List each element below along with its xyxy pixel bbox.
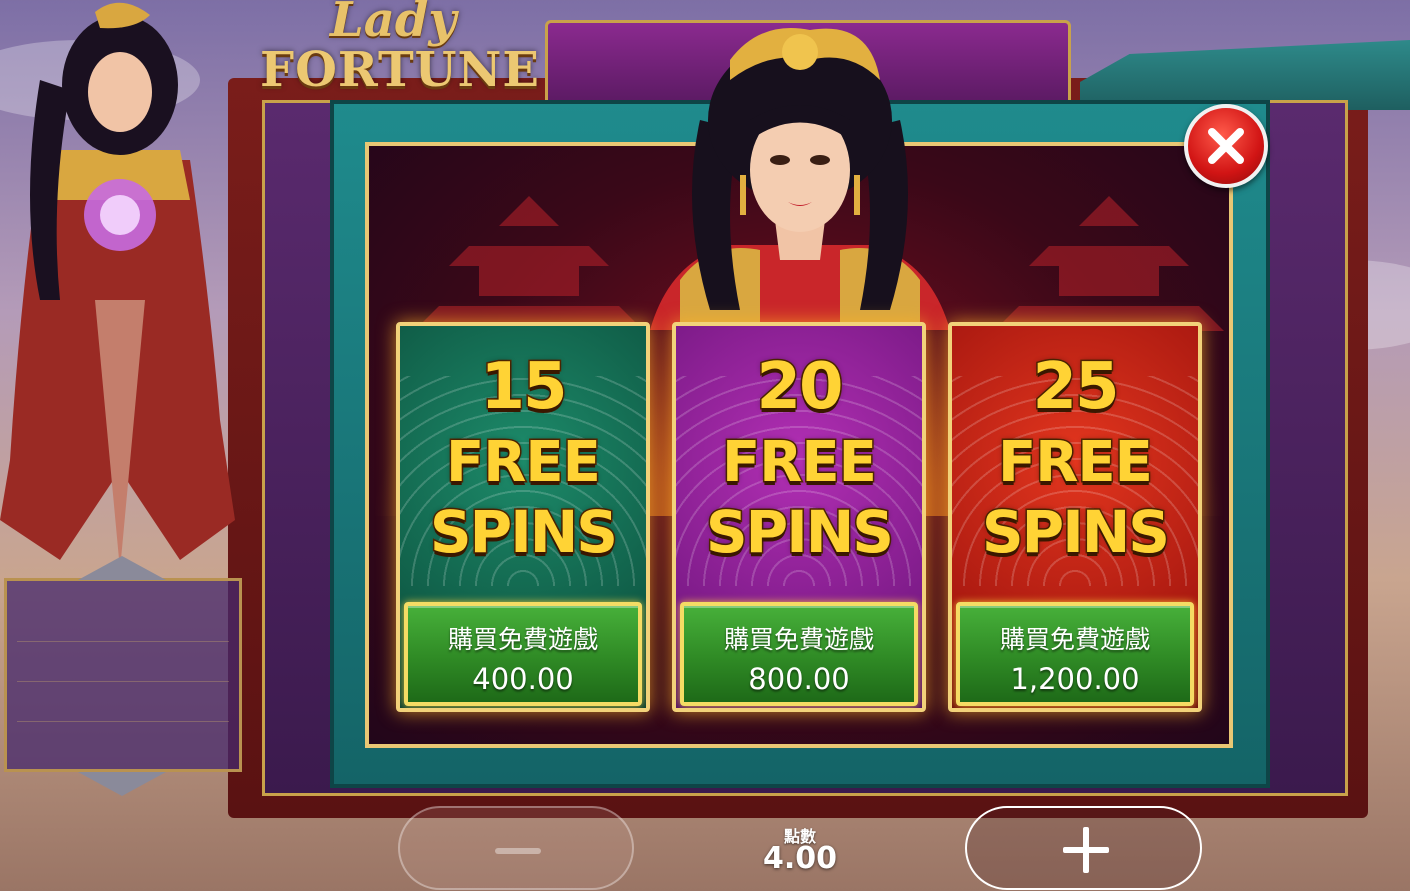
left-lady-illustration xyxy=(0,2,235,570)
buy-free-spins-button-25[interactable]: 購買免費遊戲 1,200.00 xyxy=(956,602,1194,706)
free-label: FREE xyxy=(997,429,1155,497)
game-logo: Lady FORTUNE xyxy=(250,0,550,100)
panel-down-arrow xyxy=(78,772,166,796)
left-info-panel xyxy=(4,578,242,772)
spin-count: 20 xyxy=(755,349,845,426)
buy-price: 1,200.00 xyxy=(1010,662,1140,696)
close-button[interactable] xyxy=(1184,104,1268,188)
plus-icon-vertical xyxy=(1083,827,1089,873)
logo-line1: Lady xyxy=(330,0,457,48)
buy-free-spins-button-15[interactable]: 購買免費遊戲 400.00 xyxy=(404,602,642,706)
bet-value: 4.00 xyxy=(762,841,838,876)
close-icon xyxy=(1208,128,1244,164)
buy-label: 購買免費遊戲 xyxy=(999,625,1150,654)
offer-card-25: 25 FREE SPINS 購買免費遊戲 1,200.00 xyxy=(948,322,1202,712)
buy-price: 400.00 xyxy=(472,662,574,696)
minus-icon xyxy=(495,848,541,854)
buy-label: 購買免費遊戲 xyxy=(723,625,874,654)
spins-label: SPINS xyxy=(980,497,1171,568)
buy-price: 800.00 xyxy=(748,662,850,696)
buy-free-spins-button-20[interactable]: 購買免費遊戲 800.00 xyxy=(680,602,918,706)
offer-card-15: 15 FREE SPINS 購買免費遊戲 400.00 xyxy=(396,322,650,712)
free-label: FREE xyxy=(445,429,603,497)
panel-up-arrow xyxy=(78,556,166,580)
decrease-bet-button[interactable] xyxy=(398,806,634,890)
spin-count: 15 xyxy=(479,349,569,426)
spins-label: SPINS xyxy=(704,497,895,568)
logo-line2: FORTUNE xyxy=(260,42,540,98)
buy-label: 購買免費遊戲 xyxy=(447,625,598,654)
offer-card-20: 20 FREE SPINS 購買免費遊戲 800.00 xyxy=(672,322,926,712)
spin-count: 25 xyxy=(1031,349,1121,426)
lady-fortune-character xyxy=(650,28,950,330)
increase-bet-button[interactable] xyxy=(965,806,1202,890)
free-label: FREE xyxy=(721,429,879,497)
spins-label: SPINS xyxy=(428,497,619,568)
